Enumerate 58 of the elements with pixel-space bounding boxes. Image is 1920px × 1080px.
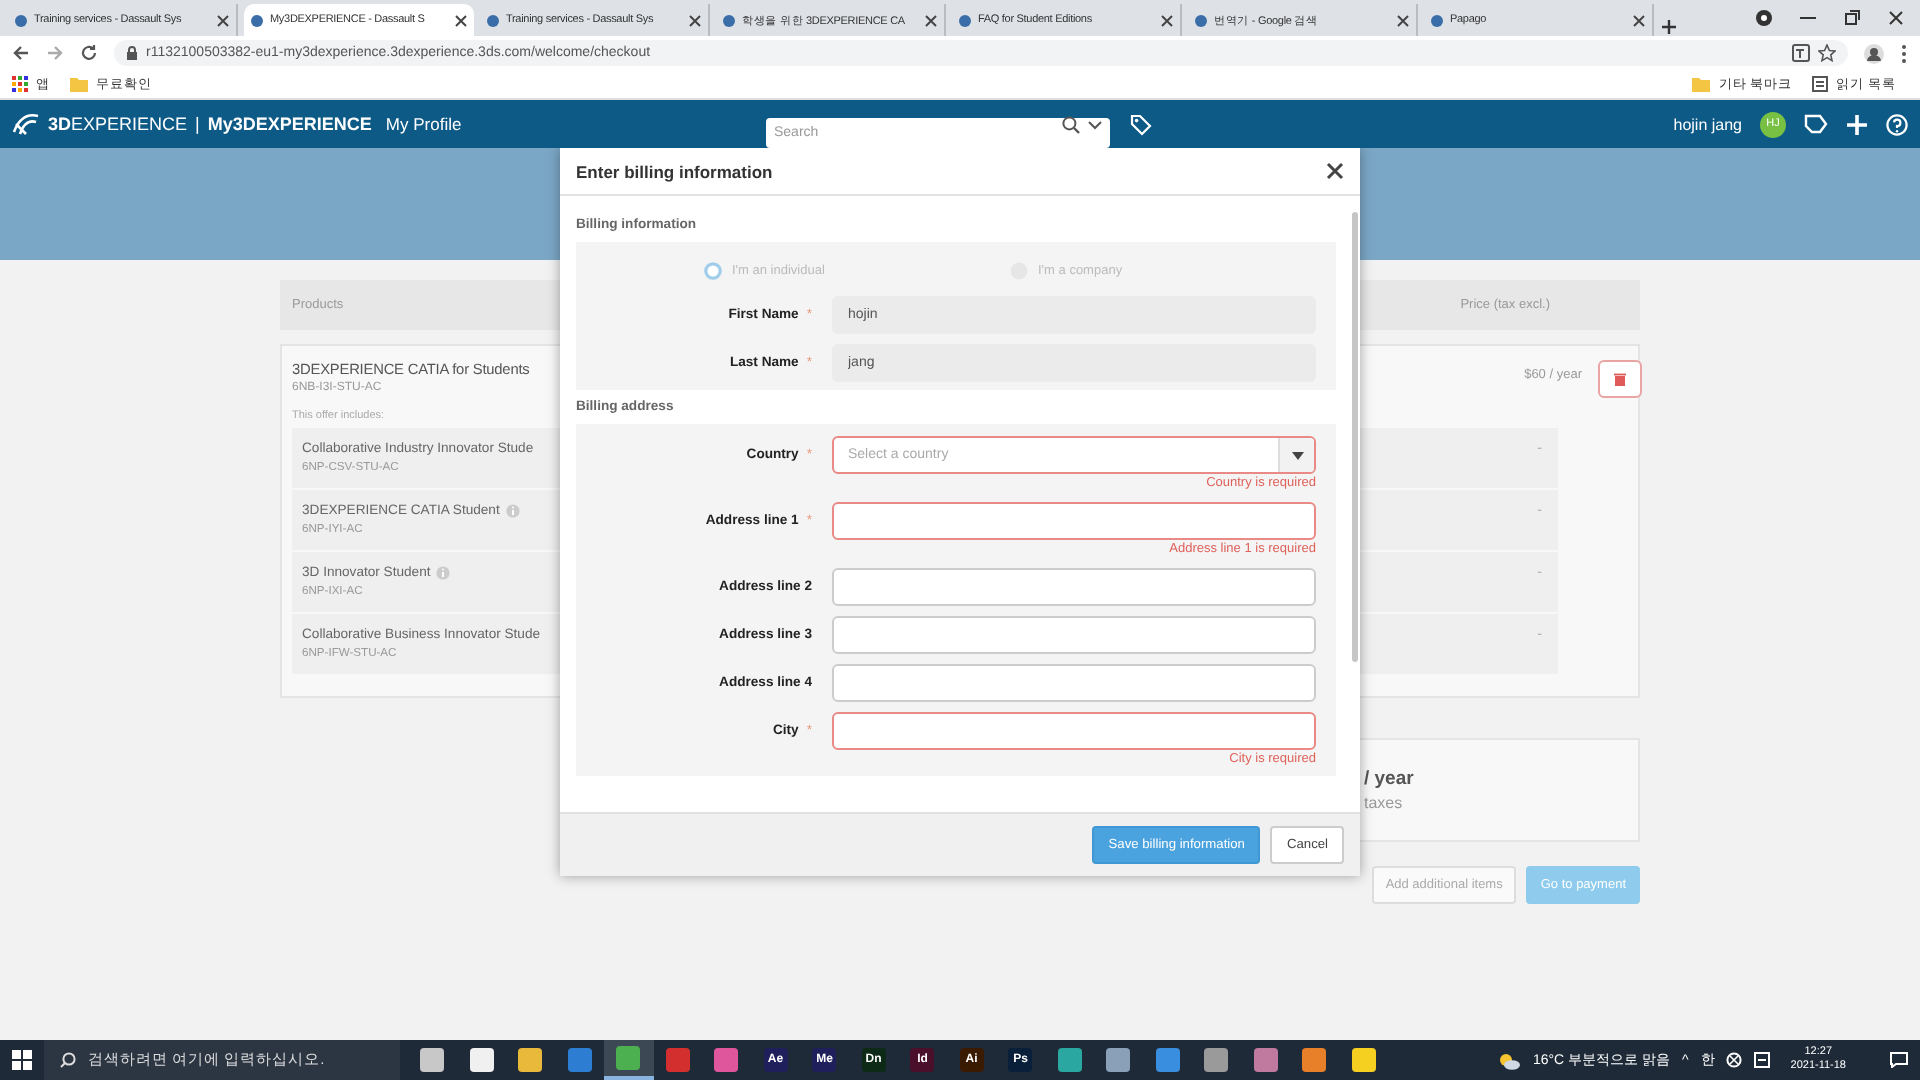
site-icon: [958, 13, 972, 27]
close-icon[interactable]: [924, 13, 938, 27]
search-icon: [60, 1052, 76, 1068]
star-icon[interactable]: [1818, 44, 1836, 62]
apps-grid-icon[interactable]: [12, 76, 28, 92]
maximize-icon[interactable]: [1844, 10, 1860, 26]
close-icon[interactable]: [1396, 13, 1410, 27]
caret-icon[interactable]: [1088, 119, 1102, 129]
site-icon: [722, 13, 736, 27]
tag-icon[interactable]: [1130, 113, 1152, 135]
site-icon: [250, 13, 264, 27]
close-icon[interactable]: [1160, 13, 1174, 27]
weather-icon: [1498, 1051, 1521, 1069]
account-icon[interactable]: [1864, 43, 1884, 63]
brand-name: 3DEXPERIENCE: [48, 114, 188, 134]
notification-icon[interactable]: [1890, 1052, 1908, 1068]
profile-link[interactable]: My Profile: [385, 114, 462, 134]
dropdown-button[interactable]: [1278, 438, 1314, 472]
caret-icon: [1291, 451, 1303, 459]
new-tab-icon[interactable]: [1660, 18, 1678, 36]
folder-icon: [70, 76, 88, 92]
app-name: My3DEXPERIENCE: [207, 114, 372, 134]
close-icon[interactable]: [216, 13, 230, 27]
site-icon: [14, 13, 28, 27]
input-field[interactable]: [832, 664, 1316, 702]
close-icon[interactable]: [1888, 10, 1904, 26]
input-field[interactable]: [832, 616, 1316, 654]
lock-icon: [126, 46, 138, 60]
search-icon[interactable]: [1062, 115, 1080, 133]
input-field[interactable]: [832, 712, 1316, 750]
separator-text: |: [195, 114, 200, 134]
folder-icon: [1692, 76, 1711, 92]
total-amount: / year: [1364, 768, 1416, 790]
scrollbar[interactable]: [1352, 212, 1358, 662]
site-icon: [1194, 13, 1208, 27]
close-icon[interactable]: [1632, 13, 1646, 27]
user-name[interactable]: hojin jang: [1673, 115, 1742, 133]
trash-icon: [1614, 372, 1626, 386]
site-icon: [486, 13, 500, 27]
help-icon[interactable]: [1886, 113, 1908, 135]
reload-icon[interactable]: [80, 44, 98, 62]
reading-list-icon: [1812, 76, 1829, 92]
dialog-title: Enter billing information: [576, 161, 773, 181]
close-icon[interactable]: [1326, 162, 1344, 180]
delete-button[interactable]: [1598, 360, 1642, 398]
menu-icon[interactable]: [1900, 43, 1908, 63]
total-note: taxes: [1364, 794, 1405, 812]
close-icon[interactable]: [454, 13, 468, 27]
plus-icon[interactable]: [1846, 113, 1868, 135]
input-field[interactable]: [832, 568, 1316, 606]
windows-icon[interactable]: [12, 1050, 32, 1070]
logo-icon: [12, 112, 40, 136]
radio-icon[interactable]: [704, 261, 722, 279]
translate-icon[interactable]: [1792, 44, 1810, 62]
site-icon: [1430, 13, 1444, 27]
input-field[interactable]: [832, 502, 1316, 540]
back-icon[interactable]: [12, 44, 30, 62]
close-icon[interactable]: [688, 13, 702, 27]
